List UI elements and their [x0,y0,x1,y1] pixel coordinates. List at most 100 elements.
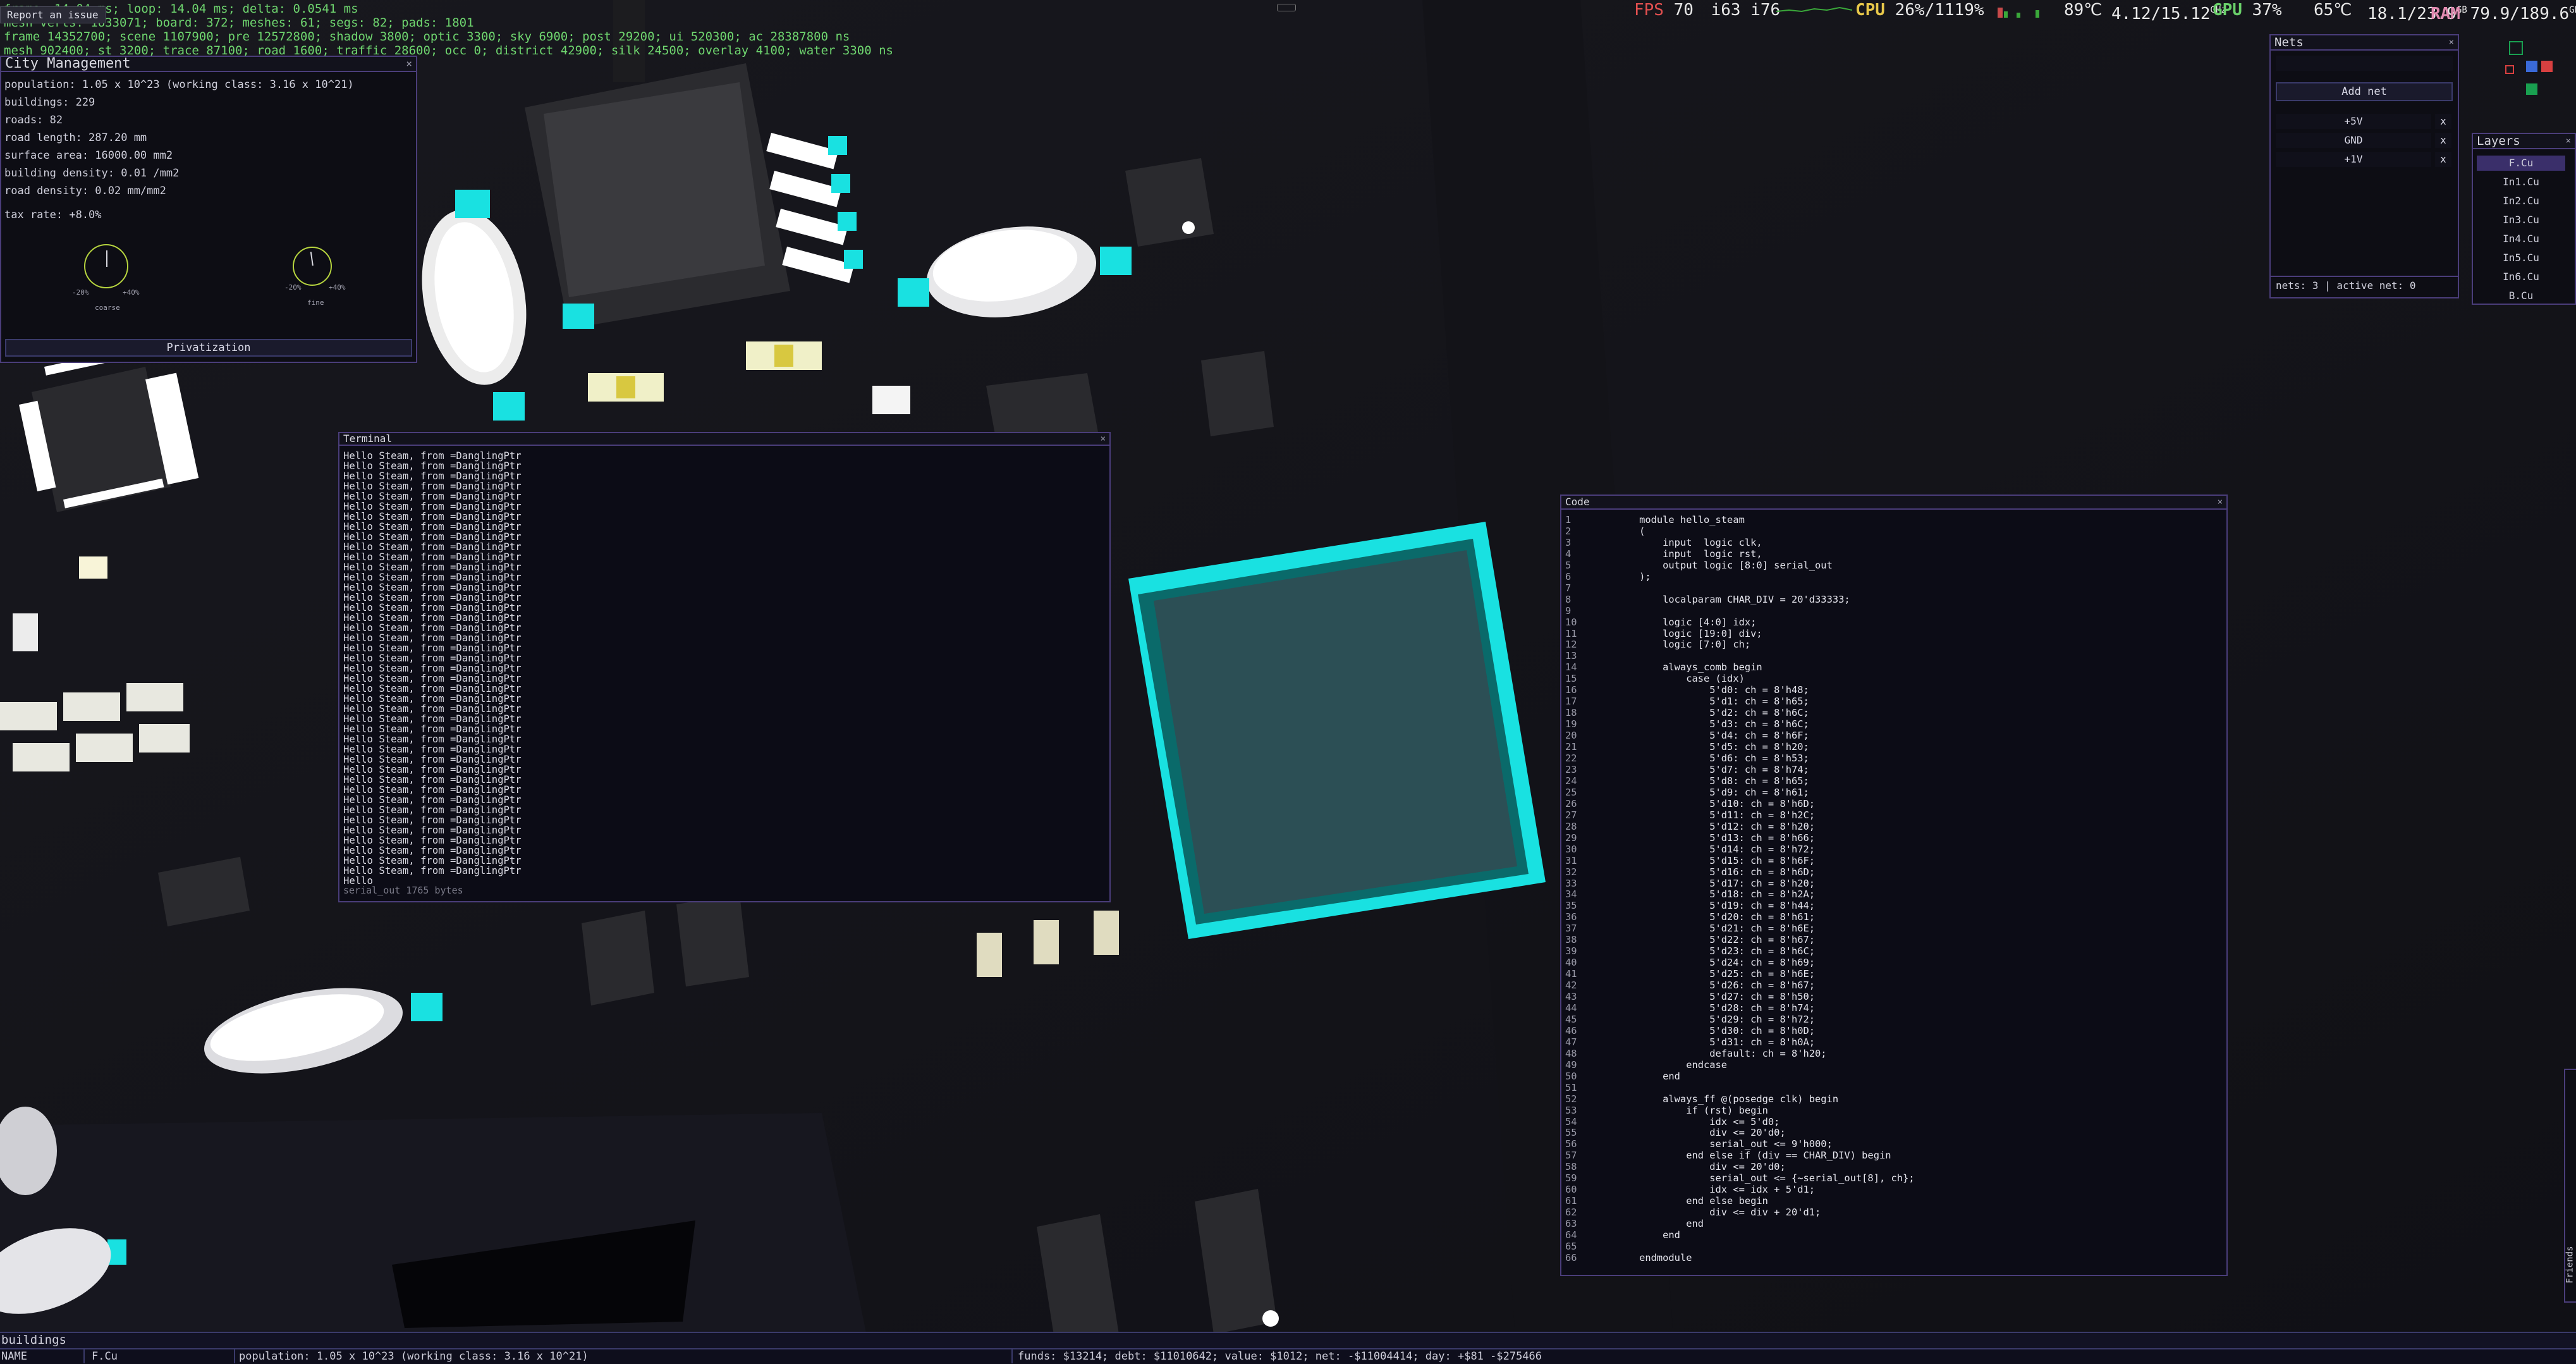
net-item[interactable]: GND [2276,133,2431,148]
close-icon[interactable]: × [2566,134,2571,148]
code-line: 15 case (idx) [1565,673,1915,685]
layer-item-f-cu[interactable]: F.Cu [2477,156,2565,171]
code-text: 5'd9: ch = 8'h61; [1616,786,1809,798]
fine-max-label: +40% [329,283,346,292]
line-number: 35 [1565,900,1577,912]
debug-timing-1: frame 14352700; scene 1107900; pre 12572… [4,30,850,44]
terminal-line: Hello Steam, from =DanglingPtr [343,774,522,785]
line-number: 30 [1565,843,1577,855]
remove-net-button[interactable]: x [2435,114,2451,129]
close-icon[interactable]: × [2218,496,2223,508]
terminal-line: Hello Steam, from =DanglingPtr [343,713,522,725]
viewport-handle[interactable] [1277,4,1296,11]
code-title: Code [1565,496,1590,508]
close-icon[interactable]: × [1101,433,1106,445]
line-number: 12 [1565,639,1577,651]
code-line: 41 5'd25: ch = 8'h6E; [1565,968,1915,980]
layer-item-in6-cu[interactable]: In6.Cu [2477,269,2565,285]
code-line: 44 5'd28: ch = 8'h74; [1565,1002,1915,1014]
code-editor[interactable]: 1 module hello_steam 2 (3 input logic clk… [1565,514,1915,1264]
remove-net-button[interactable]: x [2435,152,2451,167]
layer-item-in1-cu[interactable]: In1.Cu [2477,175,2565,190]
layer-item-in3-cu[interactable]: In3.Cu [2477,212,2565,228]
code-text: 5'd16: ch = 8'h6D; [1616,866,1816,878]
line-number: 11 [1565,627,1577,639]
net-item[interactable]: +1V [2276,152,2431,167]
gpu-value: 37% [2252,1,2282,20]
layer-item-in5-cu[interactable]: In5.Cu [2477,250,2565,266]
line-number: 65 [1565,1241,1577,1252]
fps-graph [1776,6,1852,13]
gpu-label: GPU [2213,1,2242,20]
city-management-panel: City Management × population: 1.05 x 10^… [0,56,417,363]
code-line: 10 logic [4:0] idx; [1565,617,1915,629]
terminal-header: Terminal × [339,433,1109,446]
tax-coarse-knob[interactable] [84,244,128,288]
privatization-button[interactable]: Privatization [5,339,412,357]
code-line: 5 output logic [8:0] serial_out [1565,560,1915,572]
code-line: 66 endmodule [1565,1252,1915,1264]
line-number: 53 [1565,1104,1577,1116]
close-icon[interactable]: × [406,57,412,71]
code-text: 5'd10: ch = 8'h6D; [1616,797,1816,809]
layer-item-in2-cu[interactable]: In2.Cu [2477,194,2565,209]
cpu-value: 26%/1119% [1895,1,1984,20]
terminal-line: Hello Steam, from =DanglingPtr [343,835,522,846]
line-number: 38 [1565,934,1577,946]
status-finance: funds: $13214; debt: $11010642; value: $… [1011,1349,1542,1363]
line-number: 63 [1565,1218,1577,1230]
code-text: output logic [8:0] serial_out [1616,559,1833,571]
line-number: 57 [1565,1150,1577,1162]
terminal-line: Hello Steam, from =DanglingPtr [343,642,522,654]
friends-side-tab[interactable]: Friends [2564,1069,2576,1303]
remove-net-button[interactable]: x [2435,133,2451,148]
nets-filter[interactable] [2276,56,2453,71]
terminal-line: Hello Steam, from =DanglingPtr [343,693,522,704]
mode-indicator: NAME [1,1349,85,1363]
code-text: 5'd13: ch = 8'h66; [1616,832,1816,844]
code-line: 54 idx <= 5'd0; [1565,1116,1915,1128]
net-item[interactable]: +5V [2276,114,2431,129]
terminal-line: Hello Steam, from =DanglingPtr [343,663,522,674]
terminal-line: Hello Steam, from =DanglingPtr [343,592,522,603]
line-number: 15 [1565,673,1577,685]
code-text: 5'd17: ch = 8'h20; [1616,877,1816,889]
code-text: ); [1616,570,1651,582]
active-tool[interactable]: buildings [1,1333,66,1347]
minimap[interactable] [2503,38,2567,101]
code-text: always_comb begin [1616,661,1762,673]
line-number: 10 [1565,616,1577,628]
code-text: endcase [1616,1059,1728,1071]
code-text: localparam CHAR_DIV = 20'd33333; [1616,593,1850,605]
code-line: 12 logic [7:0] ch; [1565,639,1915,651]
code-line: 13 [1565,650,1915,662]
layer-item-b-cu[interactable]: B.Cu [2477,288,2565,304]
bga-chip [1128,522,1546,939]
city-panel-title: City Management [5,56,131,71]
code-text: 5'd1: ch = 8'h65; [1616,696,1809,708]
code-text: 5'd20: ch = 8'h61; [1616,911,1816,923]
terminal-title: Terminal [343,433,393,445]
terminal-line: Hello Steam, from =DanglingPtr [343,481,522,492]
line-number: 7 [1565,582,1572,594]
code-text: 5'd8: ch = 8'h65; [1616,775,1809,787]
layers-title: Layers [2477,134,2520,148]
line-number: 41 [1565,968,1577,980]
terminal-line: Hello Steam, from =DanglingPtr [343,683,522,694]
line-number: 5 [1565,559,1572,571]
line-number: 61 [1565,1195,1577,1207]
layer-item-in4-cu[interactable]: In4.Cu [2477,231,2565,247]
close-icon[interactable]: × [2449,35,2454,49]
terminal-line: Hello Steam, from =DanglingPtr [343,632,522,644]
add-net-button[interactable]: Add net [2276,82,2453,101]
report-issue-button[interactable]: Report an issue [0,6,106,23]
tax-fine-knob[interactable] [293,247,332,286]
code-text: 5'd11: ch = 8'h2C; [1616,809,1816,821]
cpu-label: CPU [1855,1,1885,20]
ram-label: RAM [2431,4,2460,23]
line-number: 21 [1565,741,1577,753]
terminal-output[interactable]: Hello Steam, from =DanglingPtr Hello Stea… [343,451,522,886]
terminal-line: Hello Steam, from =DanglingPtr [343,865,522,876]
code-line: 7 [1565,582,1915,594]
city-road-density: road density: 0.02 mm/mm2 [4,185,166,197]
